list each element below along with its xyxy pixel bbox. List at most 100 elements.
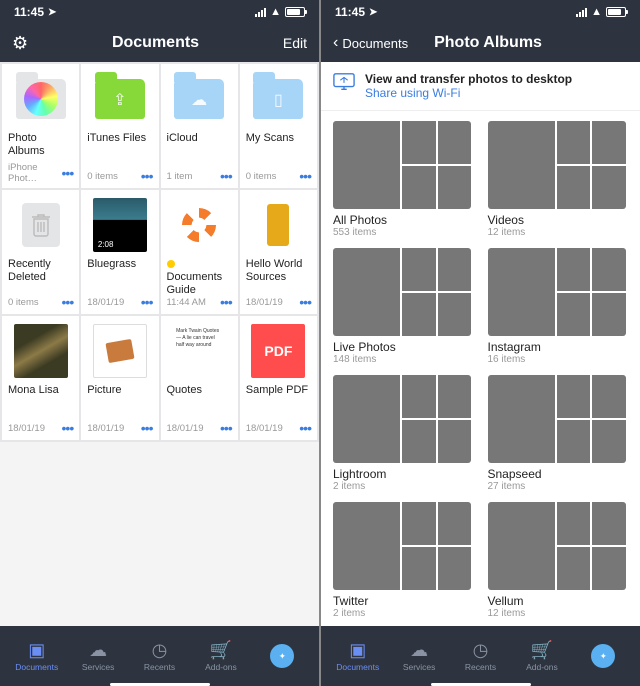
album-meta: 148 items xyxy=(333,354,474,365)
browser-tab[interactable]: ✦ xyxy=(573,630,634,682)
services-tab[interactable]: ☁Services xyxy=(388,630,449,682)
documents-grid: Photo AlbumsiPhone Phot…•••⇪iTunes Files… xyxy=(0,62,319,442)
battery-icon xyxy=(606,7,626,17)
doc-meta: 18/01/19 xyxy=(246,297,283,308)
wifi-icon: ▲ xyxy=(270,6,281,18)
doc-cell[interactable]: ⇪iTunes Files0 items••• xyxy=(81,64,158,188)
album-thumbnail xyxy=(488,248,626,336)
transfer-banner[interactable]: View and transfer photos to desktop Shar… xyxy=(321,62,640,111)
doc-thumbnail xyxy=(8,196,73,254)
doc-cell[interactable]: ▯My Scans0 items••• xyxy=(240,64,317,188)
photo-albums-screen: 11:45 ➤ ▲ ‹ Documents Photo Albums View … xyxy=(321,0,640,686)
album-meta: 553 items xyxy=(333,227,474,238)
doc-meta: 11:44 AM xyxy=(167,297,206,308)
album-cell[interactable]: Live Photos148 items xyxy=(333,248,474,365)
browser-tab[interactable]: ✦ xyxy=(252,630,313,682)
doc-meta: 0 items xyxy=(246,171,277,182)
nav-title: Photo Albums xyxy=(434,34,542,52)
addons-tab[interactable]: 🛒Add-ons xyxy=(511,630,572,682)
doc-cell[interactable]: Documents Guide11:44 AM••• xyxy=(161,190,238,314)
more-icon[interactable]: ••• xyxy=(220,168,232,184)
nav-bar: ‹ Documents Photo Albums xyxy=(321,24,640,62)
album-meta: 27 items xyxy=(488,481,629,492)
doc-meta: iPhone Phot… xyxy=(8,162,62,184)
album-cell[interactable]: Lightroom2 items xyxy=(333,375,474,492)
doc-meta: 18/01/19 xyxy=(8,423,45,434)
album-cell[interactable]: Instagram16 items xyxy=(488,248,629,365)
album-thumbnail xyxy=(488,502,626,590)
home-indicator[interactable] xyxy=(0,682,319,686)
doc-cell[interactable]: Mona Lisa18/01/19••• xyxy=(2,316,79,440)
album-meta: 12 items xyxy=(488,227,629,238)
album-cell[interactable]: Vellum12 items xyxy=(488,502,629,619)
tab-bar: ▣Documents☁Services◷Recents🛒Add-ons ✦ xyxy=(321,626,640,682)
doc-meta: 18/01/19 xyxy=(87,297,124,308)
status-time: 11:45 xyxy=(335,5,365,19)
doc-cell[interactable]: PDFSample PDF18/01/19••• xyxy=(240,316,317,440)
more-icon[interactable]: ••• xyxy=(62,420,74,436)
album-cell[interactable]: All Photos553 items xyxy=(333,121,474,238)
doc-thumbnail xyxy=(8,70,73,128)
recents-tab[interactable]: ◷Recents xyxy=(129,630,190,682)
doc-thumbnail: Mark Twain Quotes — A lie can travel hal… xyxy=(167,322,232,380)
doc-cell[interactable]: Recently Deleted0 items••• xyxy=(2,190,79,314)
tab-icon: 🛒 xyxy=(531,640,553,660)
location-icon: ➤ xyxy=(369,7,377,18)
album-cell[interactable]: Twitter2 items xyxy=(333,502,474,619)
more-icon[interactable]: ••• xyxy=(220,294,232,310)
doc-meta: 0 items xyxy=(87,171,118,182)
services-tab[interactable]: ☁Services xyxy=(67,630,128,682)
doc-thumbnail: ☁ xyxy=(167,70,232,128)
doc-title: Picture xyxy=(87,384,152,410)
signal-icon xyxy=(255,7,266,17)
nav-bar: ⚙ Documents Edit xyxy=(0,24,319,62)
home-indicator[interactable] xyxy=(321,682,640,686)
doc-title: My Scans xyxy=(246,132,311,158)
album-meta: 16 items xyxy=(488,354,629,365)
doc-cell[interactable]: Photo AlbumsiPhone Phot…••• xyxy=(2,64,79,188)
doc-thumbnail xyxy=(87,322,152,380)
more-icon[interactable]: ••• xyxy=(62,294,74,310)
more-icon[interactable]: ••• xyxy=(299,420,311,436)
status-time: 11:45 xyxy=(14,5,44,19)
location-icon: ➤ xyxy=(48,7,56,18)
back-label: Documents xyxy=(342,36,408,51)
album-cell[interactable]: Videos12 items xyxy=(488,121,629,238)
album-cell[interactable]: Snapseed27 items xyxy=(488,375,629,492)
album-title: Twitter xyxy=(333,594,474,608)
documents-tab[interactable]: ▣Documents xyxy=(6,630,67,682)
doc-cell[interactable]: Picture 18/01/19 ••• xyxy=(81,316,158,440)
album-meta: 2 items xyxy=(333,481,474,492)
doc-cell[interactable]: ☁iCloud1 item••• xyxy=(161,64,238,188)
battery-icon xyxy=(285,7,305,17)
more-icon[interactable]: ••• xyxy=(141,420,153,436)
recents-tab[interactable]: ◷Recents xyxy=(450,630,511,682)
tab-icon: ▣ xyxy=(349,640,366,660)
album-meta: 12 items xyxy=(488,608,629,619)
compass-icon: ✦ xyxy=(270,644,294,668)
more-icon[interactable]: ••• xyxy=(141,294,153,310)
more-icon[interactable]: ••• xyxy=(299,294,311,310)
doc-title: iCloud xyxy=(167,132,232,158)
doc-thumbnail: 2:08 xyxy=(87,196,152,254)
doc-cell[interactable]: Mark Twain Quotes — A lie can travel hal… xyxy=(161,316,238,440)
banner-link[interactable]: Share using Wi-Fi xyxy=(365,86,572,100)
doc-cell[interactable]: 2:08Bluegrass18/01/19••• xyxy=(81,190,158,314)
settings-gear-icon[interactable]: ⚙ xyxy=(12,33,28,54)
compass-icon: ✦ xyxy=(591,644,615,668)
addons-tab[interactable]: 🛒Add-ons xyxy=(190,630,251,682)
tab-bar: ▣Documents☁Services◷Recents🛒Add-ons ✦ xyxy=(0,626,319,682)
more-icon[interactable]: ••• xyxy=(299,168,311,184)
documents-tab[interactable]: ▣Documents xyxy=(327,630,388,682)
album-thumbnail xyxy=(333,121,471,209)
more-icon[interactable]: ••• xyxy=(141,168,153,184)
documents-screen: 11:45 ➤ ▲ ⚙ Documents Edit Photo Albumsi… xyxy=(0,0,319,686)
edit-button[interactable]: Edit xyxy=(283,35,307,51)
doc-cell[interactable]: Hello World Sources18/01/19••• xyxy=(240,190,317,314)
doc-meta: 18/01/19 xyxy=(87,423,124,434)
more-icon[interactable]: ••• xyxy=(62,165,74,181)
back-button[interactable]: ‹ Documents xyxy=(333,34,408,52)
more-icon[interactable]: ••• xyxy=(220,420,232,436)
tab-label: Services xyxy=(403,662,436,672)
album-meta: 2 items xyxy=(333,608,474,619)
